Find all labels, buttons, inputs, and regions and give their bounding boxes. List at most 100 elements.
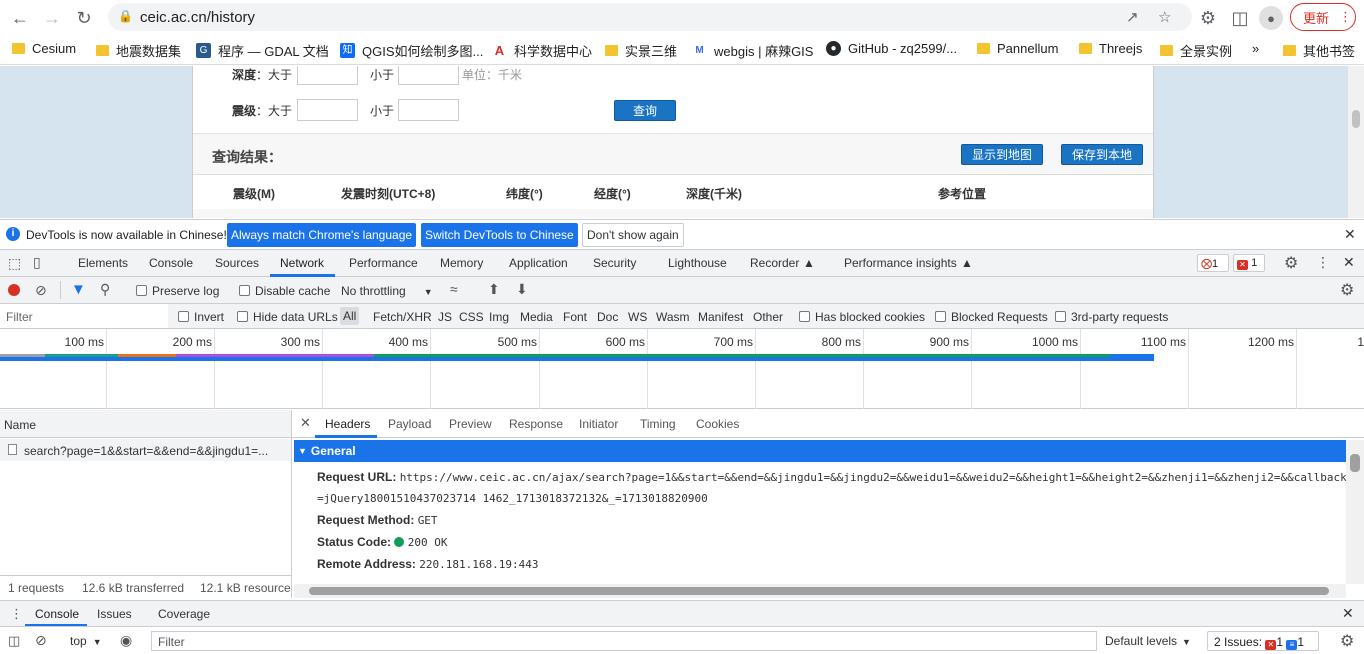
close-details-icon[interactable]: ✕	[300, 415, 311, 431]
drawer-tab-issues[interactable]: Issues	[97, 607, 132, 621]
sidebar-toggle-icon[interactable]: ◫	[8, 633, 20, 649]
console-settings-gear-icon[interactable]: ⚙	[1340, 631, 1354, 651]
error-counter[interactable]: ⨂1	[1197, 254, 1229, 272]
bookmark-cesium[interactable]: Cesium	[12, 41, 76, 56]
drawer-tab-coverage[interactable]: Coverage	[158, 607, 210, 621]
magnitude-min-input[interactable]	[297, 99, 358, 121]
filter-type-wasm[interactable]: Wasm	[656, 310, 690, 324]
bookmark-shijing[interactable]: 实景三维	[605, 41, 677, 60]
filter-type-doc[interactable]: Doc	[597, 310, 618, 324]
search-icon[interactable]: ⚲	[100, 281, 110, 298]
vscroll-thumb[interactable]	[1350, 454, 1360, 472]
tab-cookies[interactable]: Cookies	[696, 417, 739, 431]
tab-sources[interactable]: Sources	[215, 256, 259, 270]
name-column-header[interactable]: Name	[4, 418, 36, 432]
download-icon[interactable]: ⬇	[516, 281, 528, 298]
disable-cache-checkbox[interactable]: Disable cache	[239, 284, 330, 298]
bookmark-pannellum[interactable]: Pannellum	[977, 41, 1058, 56]
upload-icon[interactable]: ⬆	[488, 281, 500, 298]
bookmark-sci[interactable]: A 科学数据中心	[492, 41, 592, 60]
filter-type-media[interactable]: Media	[520, 310, 553, 324]
dont-show-again-button[interactable]: Don't show again	[582, 223, 684, 247]
filter-type-manifest[interactable]: Manifest	[698, 310, 743, 324]
tab-memory[interactable]: Memory	[440, 256, 483, 270]
close-drawer-icon[interactable]: ✕	[1342, 605, 1354, 622]
drawer-menu-icon[interactable]: ⋮	[10, 606, 23, 622]
tab-network[interactable]: Network	[280, 256, 324, 270]
hide-data-urls-checkbox[interactable]: Hide data URLs	[237, 310, 338, 324]
tab-lighthouse[interactable]: Lighthouse	[668, 256, 727, 270]
record-icon[interactable]	[8, 284, 20, 296]
inspect-icon[interactable]: ⬚	[8, 255, 21, 272]
filter-funnel-icon[interactable]: ▼	[71, 281, 86, 298]
clear-icon[interactable]: ⊘	[35, 282, 47, 299]
filter-type-all[interactable]: All	[340, 307, 360, 325]
depth-max-input[interactable]	[398, 66, 459, 85]
tab-initiator[interactable]: Initiator	[579, 417, 618, 431]
filter-type-css[interactable]: CSS	[459, 310, 484, 324]
bookmark-threejs[interactable]: Threejs	[1079, 41, 1142, 56]
log-levels-select[interactable]: Default levels ▼	[1105, 634, 1191, 648]
show-on-map-button[interactable]: 显示到地图	[961, 144, 1043, 165]
tab-recorder[interactable]: Recorder	[750, 256, 799, 270]
general-section-header[interactable]: ▼ General	[294, 440, 1346, 462]
bookmark-dizhen[interactable]: 地震数据集	[96, 41, 181, 60]
filter-type-other[interactable]: Other	[753, 310, 783, 324]
kebab-menu-icon[interactable]: ⋮	[1316, 254, 1330, 271]
address-bar[interactable]: 🔒 ceic.ac.cn/history ↗ ☆	[108, 3, 1192, 31]
tab-timing[interactable]: Timing	[640, 417, 676, 431]
clear-console-icon[interactable]: ⊘	[35, 632, 47, 649]
eye-icon[interactable]: ◉	[120, 632, 132, 649]
tab-headers[interactable]: Headers	[325, 417, 370, 431]
tab-security[interactable]: Security	[593, 256, 636, 270]
drawer-tab-console[interactable]: Console	[35, 607, 79, 621]
match-language-button[interactable]: Always match Chrome's language	[227, 223, 417, 247]
tab-payload[interactable]: Payload	[388, 417, 431, 431]
request-row[interactable]: search?page=1&&start=&&end=&&jingdu1=...	[0, 439, 291, 461]
bookmarks-overflow-chevron[interactable]: »	[1252, 41, 1259, 56]
bookmark-quanjing[interactable]: 全景实例	[1160, 41, 1232, 60]
details-vscrollbar[interactable]	[1346, 440, 1364, 584]
star-icon[interactable]: ☆	[1158, 8, 1171, 26]
save-local-button[interactable]: 保存到本地	[1061, 144, 1143, 165]
page-scrollbar[interactable]	[1348, 66, 1364, 218]
tab-console[interactable]: Console	[149, 256, 193, 270]
filter-type-fetch-xhr[interactable]: Fetch/XHR	[373, 310, 432, 324]
close-icon[interactable]: ✕	[1344, 226, 1356, 243]
context-select[interactable]: top ▼	[70, 634, 102, 648]
tab-elements[interactable]: Elements	[78, 256, 128, 270]
switch-chinese-button[interactable]: Switch DevTools to Chinese	[421, 223, 578, 247]
hscroll-thumb[interactable]	[309, 587, 1329, 595]
depth-min-input[interactable]	[297, 66, 358, 85]
update-button[interactable]: 更新 ⋮	[1290, 3, 1356, 31]
network-conditions-icon[interactable]: ≈	[450, 281, 458, 297]
bookmark-webgis[interactable]: Mwebgis | 麻辣GIS	[692, 41, 813, 60]
reload-icon[interactable]: ↻	[72, 6, 96, 30]
bookmark-gdal[interactable]: G 程序 — GDAL 文档	[196, 41, 329, 60]
blocked-requests-checkbox[interactable]: Blocked Requests	[935, 310, 1048, 324]
device-toggle-icon[interactable]: ▯	[33, 254, 41, 271]
filter-type-font[interactable]: Font	[563, 310, 587, 324]
bookmark-github[interactable]: ● GitHub - zq2599/...	[826, 41, 957, 56]
tab-performance[interactable]: Performance	[349, 256, 418, 270]
preserve-log-checkbox[interactable]: Preserve log	[136, 284, 219, 298]
sidepanel-icon[interactable]: ◫	[1228, 6, 1252, 30]
throttling-select[interactable]: No throttling ▼	[341, 284, 433, 298]
console-filter-input[interactable]: Filter	[151, 631, 1097, 651]
query-button[interactable]: 查询	[614, 100, 676, 121]
extensions-icon[interactable]: ⚙	[1196, 6, 1220, 30]
profile-icon[interactable]: ●	[1259, 6, 1283, 30]
filter-type-img[interactable]: Img	[489, 310, 509, 324]
bookmark-qgis[interactable]: 知 QGIS如何绘制多图...	[340, 41, 483, 60]
filter-input[interactable]: Filter	[0, 304, 168, 328]
tab-response[interactable]: Response	[509, 417, 563, 431]
issue-counter[interactable]: ✕ 1	[1233, 254, 1265, 272]
tab-performance-insights[interactable]: Performance insights	[844, 256, 957, 270]
gear-icon[interactable]: ⚙	[1284, 253, 1298, 273]
forward-icon[interactable]: →	[40, 6, 64, 30]
tab-preview[interactable]: Preview	[449, 417, 492, 431]
details-hscrollbar[interactable]	[294, 584, 1346, 598]
invert-checkbox[interactable]: Invert	[178, 310, 224, 324]
bookmark-other[interactable]: 其他书签	[1283, 41, 1355, 60]
tab-application[interactable]: Application	[509, 256, 568, 270]
